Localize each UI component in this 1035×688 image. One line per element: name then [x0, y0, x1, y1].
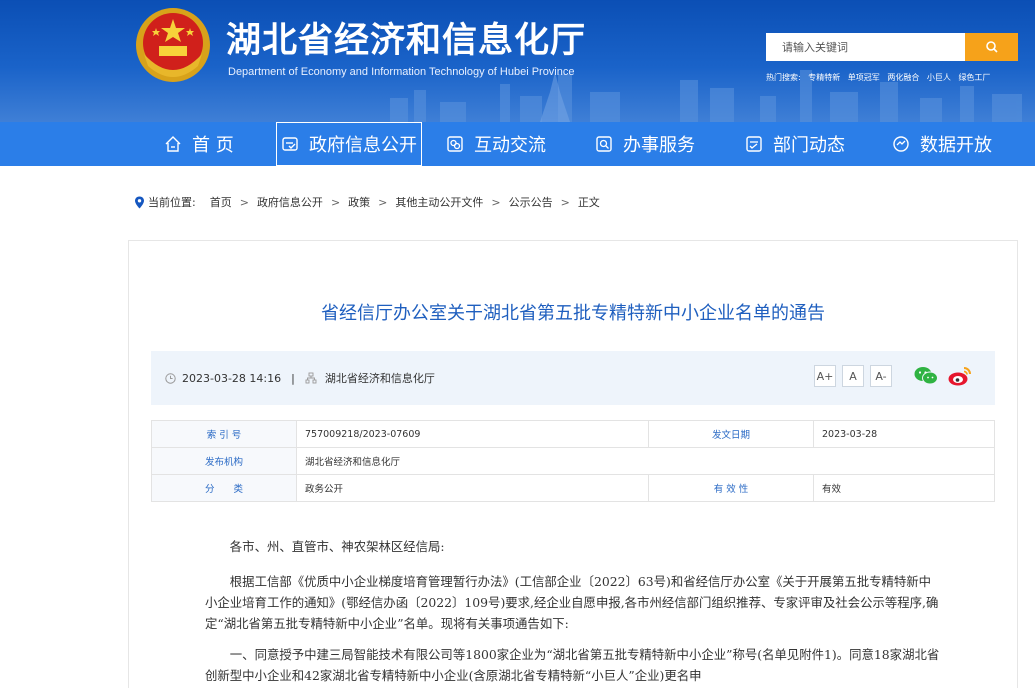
hot-search-list: 热门搜索: 专精特新 单项冠军 两化融合 小巨人 绿色工厂 — [766, 72, 995, 83]
breadcrumb-separator: > — [239, 195, 249, 209]
breadcrumb-link[interactable]: 公示公告 — [509, 194, 553, 210]
hot-search-link[interactable]: 小巨人 — [927, 73, 951, 82]
search-service-icon — [596, 136, 612, 152]
search-input[interactable] — [766, 33, 965, 61]
font-decrease-button[interactable]: A- — [870, 365, 892, 387]
hot-search-link[interactable]: 绿色工厂 — [958, 73, 990, 82]
publish-datetime: 2023-03-28 14:16 — [182, 371, 282, 385]
breadcrumb-link[interactable]: 政府信息公开 — [257, 194, 323, 210]
meta-separator: | — [291, 371, 295, 385]
search-button[interactable] — [965, 33, 1018, 61]
location-pin-icon — [135, 196, 144, 208]
home-icon — [165, 136, 181, 152]
info-key: 发文日期 — [648, 420, 814, 448]
main-nav: 首 页 政府信息公开 互动交流 办事服务 部门动态 数据开放 — [0, 122, 1035, 166]
hot-search-link[interactable]: 专精特新 — [808, 73, 840, 82]
national-emblem-logo — [136, 8, 210, 82]
chat-icon — [447, 136, 463, 152]
breadcrumb-separator: > — [378, 195, 388, 209]
breadcrumb-link[interactable]: 其他主动公开文件 — [395, 194, 483, 210]
breadcrumb-separator: > — [560, 195, 570, 209]
news-icon — [746, 136, 762, 152]
article-meta-bar: 2023-03-28 14:16 | 湖北省经济和信息化厅 A+ A A- — [151, 351, 995, 405]
info-key: 有 效 性 — [648, 474, 814, 502]
info-value: 有效 — [813, 474, 995, 502]
breadcrumb-link[interactable]: 政策 — [348, 194, 370, 210]
article-title: 省经信厅办公室关于湖北省第五批专精特新中小企业名单的通告 — [321, 303, 825, 324]
site-header: 湖北省经济和信息化厅 Department of Economy and Inf… — [0, 0, 1035, 122]
info-value: 湖北省经济和信息化厅 — [296, 447, 995, 475]
nav-item-interaction[interactable]: 互动交流 — [446, 122, 546, 166]
info-key: 发布机构 — [151, 447, 297, 475]
info-value: 政务公开 — [296, 474, 649, 502]
nav-item-label: 部门动态 — [773, 135, 845, 156]
table-row: 索 引 号 757009218/2023-07609 发文日期 2023-03-… — [151, 420, 995, 448]
nav-item-dept-news[interactable]: 部门动态 — [745, 122, 845, 166]
site-subtitle: Department of Economy and Information Te… — [228, 66, 575, 78]
nav-item-label: 首 页 — [192, 135, 234, 156]
article-source: 湖北省经济和信息化厅 — [324, 372, 435, 385]
hot-search-link[interactable]: 两化融合 — [887, 73, 919, 82]
font-increase-label: A+ — [816, 369, 834, 383]
search-icon — [985, 41, 998, 53]
font-increase-button[interactable]: A+ — [814, 365, 836, 387]
clock-icon — [165, 372, 176, 384]
breadcrumb-current: 正文 — [577, 196, 600, 209]
nav-item-open-data[interactable]: 数据开放 — [892, 122, 992, 166]
table-row: 分 类 政务公开 有 效 性 有效 — [151, 474, 995, 502]
info-key: 索 引 号 — [151, 420, 297, 448]
site-title: 湖北省经济和信息化厅 — [226, 21, 587, 61]
nav-item-label: 办事服务 — [623, 135, 695, 156]
breadcrumb-separator: > — [330, 195, 341, 209]
breadcrumb-label: 当前位置: — [148, 196, 196, 209]
article-paragraph: 各市、州、直管市、神农架林区经信局: — [229, 539, 445, 554]
nav-item-label: 政府信息公开 — [309, 135, 417, 156]
data-icon — [893, 136, 909, 152]
organization-icon — [305, 372, 317, 384]
hot-search-link[interactable]: 单项冠军 — [848, 73, 880, 82]
article-paragraph: 根据工信部《优质中小企业梯度培育管理暂行办法》(工信部企业〔2022〕63号)和… — [205, 574, 939, 631]
breadcrumb-link[interactable]: 首页 — [210, 194, 232, 210]
font-normal-label: A — [849, 369, 857, 383]
nav-item-label: 互动交流 — [474, 135, 546, 156]
article-card: 省经信厅办公室关于湖北省第五批专精特新中小企业名单的通告 2023-03-28 … — [128, 240, 1018, 688]
font-decrease-label: A- — [875, 369, 887, 383]
info-value: 757009218/2023-07609 — [296, 420, 649, 448]
info-key: 分 类 — [151, 474, 297, 502]
nav-item-label: 数据开放 — [920, 135, 992, 156]
article-paragraph: 一、同意授予中建三局智能技术有限公司等1800家企业为“湖北省第五批专精特新中小… — [205, 647, 940, 683]
document-info-table: 索 引 号 757009218/2023-07609 发文日期 2023-03-… — [151, 420, 995, 502]
article-body: 各市、州、直管市、神农架林区经信局: 根据工信部《优质中小企业梯度培育管理暂行办… — [205, 536, 941, 688]
nav-item-home[interactable]: 首 页 — [164, 122, 234, 166]
breadcrumb: 当前位置: 首页 > 政府信息公开 > 政策 > 其他主动公开文件 > 公示公告… — [134, 194, 600, 210]
breadcrumb-separator: > — [491, 195, 501, 209]
document-icon — [282, 137, 298, 151]
nav-item-services[interactable]: 办事服务 — [595, 122, 695, 166]
nav-item-gov-info[interactable]: 政府信息公开 — [276, 122, 422, 166]
weibo-share-icon[interactable] — [947, 365, 973, 387]
wechat-share-icon[interactable] — [913, 365, 939, 387]
font-normal-button[interactable]: A — [842, 365, 864, 387]
table-row: 发布机构 湖北省经济和信息化厅 — [151, 447, 995, 475]
font-size-controls: A+ A A- — [814, 365, 892, 387]
info-value: 2023-03-28 — [813, 420, 995, 448]
hot-search-label: 热门搜索: — [766, 73, 801, 82]
